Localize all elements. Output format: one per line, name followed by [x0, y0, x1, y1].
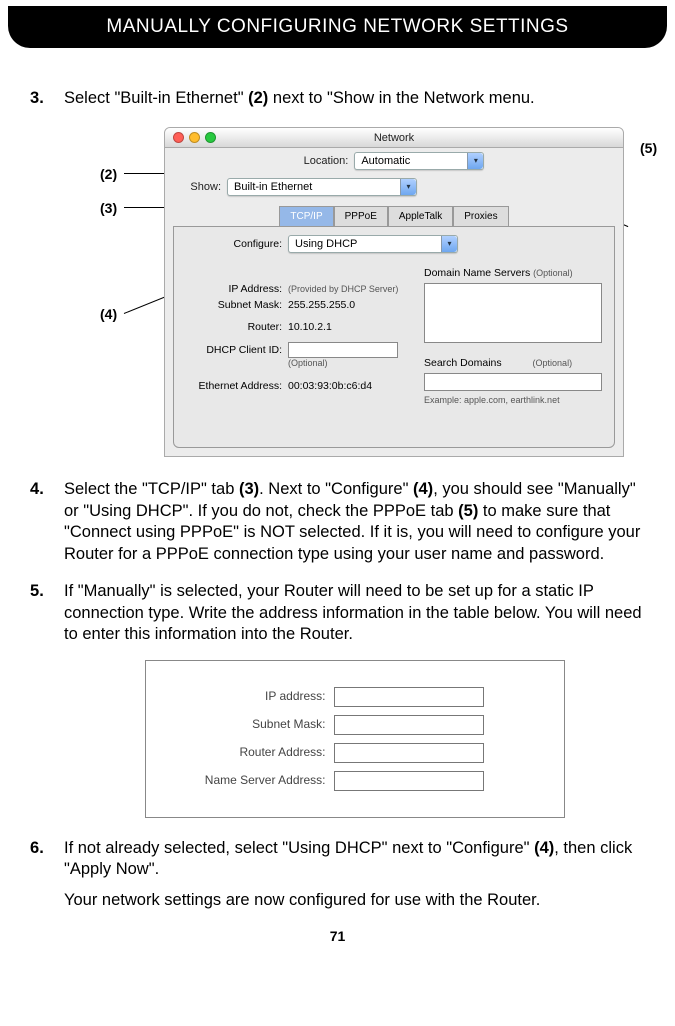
step-3: Select "Built-in Ethernet" (2) next to "… — [30, 88, 645, 457]
form-subnet-input[interactable] — [334, 715, 484, 735]
location-value: Automatic — [361, 154, 410, 168]
location-label: Location: — [304, 154, 349, 168]
page-header: MANUALLY CONFIGURING NETWORK SETTINGS — [8, 6, 667, 48]
s4-t1: Select the "TCP/IP" tab — [64, 480, 239, 498]
search-domains-input[interactable] — [424, 373, 602, 391]
dhcp-client-input[interactable] — [288, 342, 398, 358]
chevron-updown-icon: ▾ — [441, 236, 457, 252]
step-5: If "Manually" is selected, your Router w… — [30, 581, 645, 817]
form-dns-label: Name Server Address: — [174, 773, 334, 789]
chevron-updown-icon: ▾ — [467, 153, 483, 169]
tab-appletalk[interactable]: AppleTalk — [388, 206, 453, 226]
show-label: Show: — [177, 180, 221, 194]
step3-ref-2: (2) — [248, 89, 268, 107]
location-select[interactable]: Automatic ▾ — [354, 152, 484, 170]
form-ip-label: IP address: — [174, 689, 334, 705]
subnet-value: 255.255.255.0 — [288, 299, 355, 313]
chevron-updown-icon: ▾ — [400, 179, 416, 195]
callout-2: (2) — [100, 165, 117, 183]
configure-label: Configure: — [182, 238, 282, 252]
s6-b1: (4) — [534, 839, 554, 857]
tab-bar: TCP/IP PPPoE AppleTalk Proxies — [165, 206, 623, 226]
dns-label: Domain Name Servers — [424, 267, 530, 279]
mac-network-window: Network Location: Automatic ▾ Show: Buil… — [164, 127, 624, 457]
page-content: Select "Built-in Ethernet" (2) next to "… — [0, 48, 675, 954]
ethernet-label: Ethernet Address: — [182, 380, 282, 394]
s5-text: If "Manually" is selected, your Router w… — [64, 582, 642, 643]
show-select[interactable]: Built-in Ethernet ▾ — [227, 178, 417, 196]
search-domains-optional: (Optional) — [533, 358, 573, 368]
s4-b1: (3) — [239, 480, 259, 498]
dns-optional: (Optional) — [533, 268, 573, 278]
s4-b3: (5) — [458, 502, 478, 520]
step-6: If not already selected, select "Using D… — [30, 838, 645, 912]
s6-t1: If not already selected, select "Using D… — [64, 839, 534, 857]
step3-text-a: Select "Built-in Ethernet" — [64, 89, 248, 107]
dns-input[interactable] — [424, 283, 602, 343]
form-ip-input[interactable] — [334, 687, 484, 707]
form-subnet-label: Subnet Mask: — [174, 717, 334, 733]
tab-tcpip[interactable]: TCP/IP — [279, 206, 333, 226]
dhcp-client-note: (Optional) — [288, 358, 328, 370]
ethernet-value: 00:03:93:0b:c6:d4 — [288, 380, 372, 394]
callout-3: (3) — [100, 199, 117, 217]
tab-proxies[interactable]: Proxies — [453, 206, 508, 226]
configure-value: Using DHCP — [295, 237, 357, 251]
tab-pppoe[interactable]: PPPoE — [334, 206, 388, 226]
network-screenshot: (2) (3) (4) (5) Network Locati — [124, 127, 664, 457]
page-number: 71 — [30, 928, 645, 944]
callout-5: (5) — [640, 139, 657, 157]
ip-note: (Provided by DHCP Server) — [288, 284, 398, 296]
router-value: 10.10.2.1 — [288, 321, 332, 335]
dhcp-client-label: DHCP Client ID: — [182, 344, 282, 358]
router-label: Router: — [182, 321, 282, 335]
s4-t2: . Next to "Configure" — [259, 480, 413, 498]
tcpip-panel: Configure: Using DHCP ▾ IP Address: (Pro… — [173, 226, 615, 448]
window-title: Network — [165, 131, 623, 145]
ip-label: IP Address: — [182, 283, 282, 297]
subnet-label: Subnet Mask: — [182, 299, 282, 313]
s4-b2: (4) — [413, 480, 433, 498]
address-form: IP address: Subnet Mask: Router Address:… — [145, 660, 565, 818]
s6-sub: Your network settings are now configured… — [64, 890, 645, 911]
configure-select[interactable]: Using DHCP ▾ — [288, 235, 458, 253]
search-domains-label: Search Domains — [424, 357, 502, 369]
form-router-input[interactable] — [334, 743, 484, 763]
show-value: Built-in Ethernet — [234, 180, 312, 194]
step3-text-b: next to "Show in the Network menu. — [268, 89, 534, 107]
step-4: Select the "TCP/IP" tab (3). Next to "Co… — [30, 479, 645, 565]
search-domains-example: Example: apple.com, earthlink.net — [424, 395, 614, 407]
form-router-label: Router Address: — [174, 745, 334, 761]
form-dns-input[interactable] — [334, 771, 484, 791]
callout-4: (4) — [100, 305, 117, 323]
